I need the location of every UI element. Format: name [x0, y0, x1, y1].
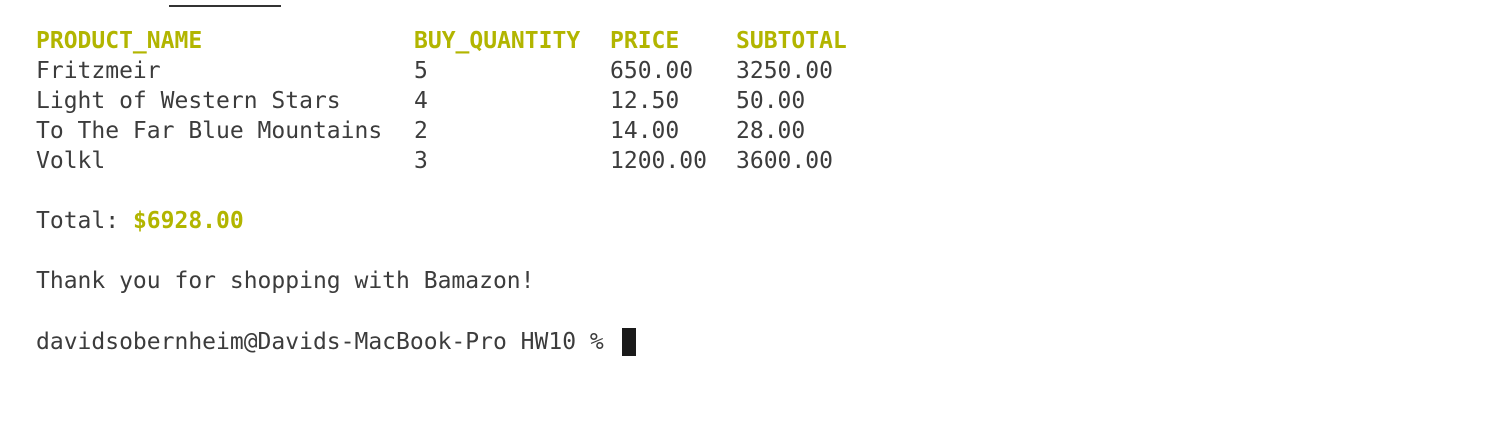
table-header-row: PRODUCT_NAME BUY_QUANTITY PRICE SUBTOTAL: [36, 26, 847, 56]
header-price: PRICE: [610, 28, 680, 54]
price-cell: 12.50: [610, 88, 680, 114]
quantity-cell: 4: [414, 88, 428, 114]
quantity-cell: 3: [414, 148, 428, 174]
header-product-name: PRODUCT_NAME: [36, 28, 203, 54]
subtotal-cell: 50.00: [736, 88, 806, 114]
price-cell: 650.00: [610, 58, 694, 84]
product-name-cell: To The Far Blue Mountains: [36, 118, 383, 144]
table-row: Volkl 3 1200.00 3600.00: [36, 146, 833, 176]
divider-line: [169, 5, 281, 7]
product-name-cell: Fritzmeir: [36, 58, 161, 84]
header-buy-quantity: BUY_QUANTITY: [414, 28, 581, 54]
total-amount: $6928.00: [132, 208, 244, 234]
subtotal-cell: 3250.00: [736, 58, 833, 84]
total-label: Total:: [36, 208, 133, 234]
table-row: Light of Western Stars 4 12.50 50.00: [36, 86, 805, 116]
table-row: To The Far Blue Mountains 2 14.00 28.00: [36, 116, 805, 146]
terminal-window[interactable]: PRODUCT_NAME BUY_QUANTITY PRICE SUBTOTAL…: [0, 0, 1496, 427]
quantity-cell: 5: [414, 58, 428, 84]
shell-prompt-line[interactable]: davidsobernheim@Davids-MacBook-Pro HW10 …: [36, 327, 636, 357]
quantity-cell: 2: [414, 118, 428, 144]
text-cursor: [621, 327, 636, 356]
subtotal-cell: 3600.00: [736, 148, 833, 174]
product-name-cell: Light of Western Stars: [36, 88, 341, 114]
price-cell: 14.00: [610, 118, 680, 144]
total-line: Total: $6928.00: [36, 206, 244, 236]
product-name-cell: Volkl: [36, 148, 106, 174]
table-row: Fritzmeir 5 650.00 3250.00: [36, 56, 833, 86]
price-cell: 1200.00: [610, 148, 707, 174]
header-subtotal: SUBTOTAL: [736, 28, 847, 54]
shell-prompt: davidsobernheim@Davids-MacBook-Pro HW10 …: [36, 329, 618, 355]
thank-you-message: Thank you for shopping with Bamazon!: [36, 268, 535, 294]
subtotal-cell: 28.00: [736, 118, 806, 144]
